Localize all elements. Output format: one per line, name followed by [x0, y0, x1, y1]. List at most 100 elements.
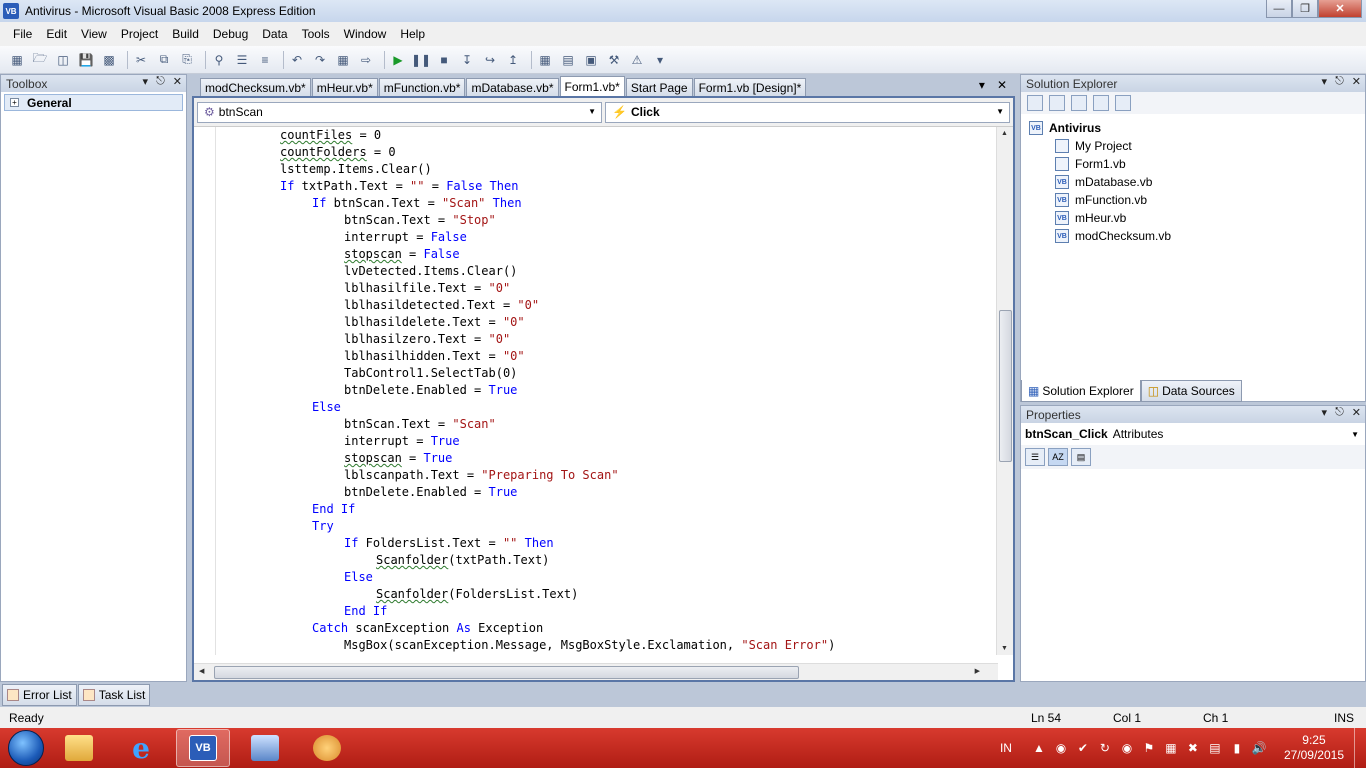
- tree-item-form1[interactable]: Form1.vb: [1029, 155, 1365, 173]
- pin-icon[interactable]: ⎋: [1335, 75, 1344, 88]
- property-pages-icon[interactable]: ▤: [1071, 448, 1091, 466]
- scroll-down-icon[interactable]: ▼: [1001, 645, 1008, 652]
- sync-icon[interactable]: ↻: [1097, 740, 1113, 756]
- dropdown-icon[interactable]: ▾: [143, 75, 149, 88]
- clock[interactable]: 9:25 27/09/2015: [1284, 733, 1344, 763]
- tab-form1-code[interactable]: Form1.vb*: [559, 76, 625, 96]
- menu-debug[interactable]: Debug: [206, 27, 255, 41]
- vertical-scrollbar[interactable]: ▲ ▼: [996, 127, 1013, 655]
- cut-icon[interactable]: ✂: [132, 51, 150, 69]
- close-icon[interactable]: ✕: [1352, 75, 1361, 88]
- show-all-files-icon[interactable]: [1049, 95, 1065, 111]
- action-center-icon[interactable]: ⚑: [1141, 740, 1157, 756]
- tab-solution-explorer[interactable]: ▦ Solution Explorer: [1021, 380, 1141, 402]
- taskbar-visual-basic[interactable]: VB: [176, 729, 230, 767]
- chevron-down-icon[interactable]: ▼: [1351, 430, 1359, 439]
- toolbox-group-general[interactable]: + General: [4, 94, 183, 111]
- taskbar-computer[interactable]: [238, 729, 292, 767]
- close-button[interactable]: ✕: [1318, 0, 1362, 18]
- code-text-area[interactable]: countFiles = 0 countFolders = 0 lsttemp.It…: [194, 127, 998, 655]
- expand-icon[interactable]: +: [10, 98, 19, 107]
- refresh-icon[interactable]: [1071, 95, 1087, 111]
- method-name-combo[interactable]: ⚡ Click ▼: [605, 101, 1010, 123]
- error-list-icon[interactable]: ⚠: [628, 51, 646, 69]
- menu-help[interactable]: Help: [393, 27, 432, 41]
- tree-item-mdatabase[interactable]: VB mDatabase.vb: [1029, 173, 1365, 191]
- find-icon[interactable]: ⚲: [210, 51, 228, 69]
- solution-explorer-icon[interactable]: ▦: [536, 51, 554, 69]
- scroll-left-icon[interactable]: ◀: [199, 667, 204, 675]
- navigate-icon[interactable]: ▦: [334, 51, 352, 69]
- horizontal-scroll-thumb[interactable]: [214, 666, 799, 679]
- tab-modchecksum[interactable]: modChecksum.vb*: [200, 78, 311, 96]
- properties-object-selector[interactable]: btnScan_Click Attributes ▼: [1021, 423, 1365, 445]
- tab-start-page[interactable]: Start Page: [625, 78, 693, 96]
- stop-icon[interactable]: ■: [435, 51, 453, 69]
- pin-icon[interactable]: ⎋: [156, 75, 165, 88]
- start-debugging-icon[interactable]: ▶: [389, 51, 407, 69]
- tab-error-list[interactable]: Error List: [2, 684, 77, 706]
- comment-icon[interactable]: ☰: [233, 51, 251, 69]
- taskbar-internet-explorer[interactable]: e: [114, 729, 168, 767]
- add-item-icon[interactable]: ◫: [54, 51, 72, 69]
- redo-icon[interactable]: ↷: [311, 51, 329, 69]
- step-out-icon[interactable]: ↥: [504, 51, 522, 69]
- vb-app-icon[interactable]: VB: [3, 3, 19, 19]
- properties-window-icon[interactable]: ▤: [559, 51, 577, 69]
- paste-icon[interactable]: ⎘: [178, 51, 196, 69]
- close-icon[interactable]: ✕: [1352, 406, 1361, 419]
- copy-icon[interactable]: ⧉: [155, 51, 173, 69]
- step-into-icon[interactable]: ↧: [458, 51, 476, 69]
- tab-list-icon[interactable]: ▾: [979, 78, 985, 92]
- close-document-icon[interactable]: ✕: [997, 78, 1007, 92]
- toolbar-options-icon[interactable]: ▾: [651, 51, 669, 69]
- menu-window[interactable]: Window: [337, 27, 394, 41]
- tree-item-my-project[interactable]: My Project: [1029, 137, 1365, 155]
- volume-icon[interactable]: 🔊: [1251, 740, 1267, 756]
- tab-mdatabase[interactable]: mDatabase.vb*: [466, 78, 559, 96]
- menu-build[interactable]: Build: [165, 27, 206, 41]
- new-project-icon[interactable]: ▦: [8, 51, 26, 69]
- object-browser-icon[interactable]: ▣: [582, 51, 600, 69]
- save-all-icon[interactable]: ▩: [100, 51, 118, 69]
- view-designer-icon[interactable]: [1115, 95, 1131, 111]
- categorized-icon[interactable]: ☰: [1025, 448, 1045, 466]
- view-code-icon[interactable]: [1093, 95, 1109, 111]
- battery-icon[interactable]: ▮: [1229, 740, 1245, 756]
- menu-data[interactable]: Data: [255, 27, 294, 41]
- tab-task-list[interactable]: Task List: [77, 684, 151, 706]
- tab-data-sources[interactable]: ◫ Data Sources: [1140, 380, 1242, 402]
- dropdown-icon[interactable]: ▾: [1322, 75, 1328, 88]
- scroll-up-icon[interactable]: ▲: [1001, 130, 1008, 137]
- menu-tools[interactable]: Tools: [295, 27, 337, 41]
- dropdown-icon[interactable]: ▾: [1322, 406, 1328, 419]
- minimize-button[interactable]: —: [1266, 0, 1292, 18]
- menu-view[interactable]: View: [74, 27, 114, 41]
- pause-icon[interactable]: ❚❚: [411, 51, 431, 69]
- show-desktop-button[interactable]: [1354, 728, 1366, 768]
- tree-item-modchecksum[interactable]: VB modChecksum.vb: [1029, 227, 1365, 245]
- tab-mfunction[interactable]: mFunction.vb*: [378, 78, 466, 96]
- vertical-scroll-thumb[interactable]: [999, 310, 1012, 462]
- undo-icon[interactable]: ↶: [288, 51, 306, 69]
- save-icon[interactable]: 💾: [77, 51, 95, 69]
- maximize-button[interactable]: ❐: [1292, 0, 1318, 18]
- tab-mheur[interactable]: mHeur.vb*: [311, 78, 378, 96]
- media-icon[interactable]: ◉: [1119, 740, 1135, 756]
- scroll-right-icon[interactable]: ▶: [975, 667, 980, 675]
- menu-project[interactable]: Project: [114, 27, 165, 41]
- start-button[interactable]: [8, 730, 44, 766]
- close-icon[interactable]: ✕: [173, 75, 182, 88]
- language-indicator[interactable]: IN: [1000, 741, 1012, 755]
- pin-icon[interactable]: ⎋: [1335, 406, 1344, 419]
- open-file-icon[interactable]: 🗁: [31, 51, 49, 69]
- taskbar-explorer[interactable]: [52, 729, 106, 767]
- class-name-combo[interactable]: ⚙ btnScan ▼: [197, 101, 602, 123]
- remove-hardware-icon[interactable]: ✖: [1185, 740, 1201, 756]
- tree-project[interactable]: VB Antivirus: [1029, 119, 1365, 137]
- toolbox-icon[interactable]: ⚒: [605, 51, 623, 69]
- tree-item-mfunction[interactable]: VB mFunction.vb: [1029, 191, 1365, 209]
- tab-form1-design[interactable]: Form1.vb [Design]*: [693, 78, 807, 96]
- uncomment-icon[interactable]: ≡: [256, 51, 274, 69]
- menu-file[interactable]: File: [6, 27, 39, 41]
